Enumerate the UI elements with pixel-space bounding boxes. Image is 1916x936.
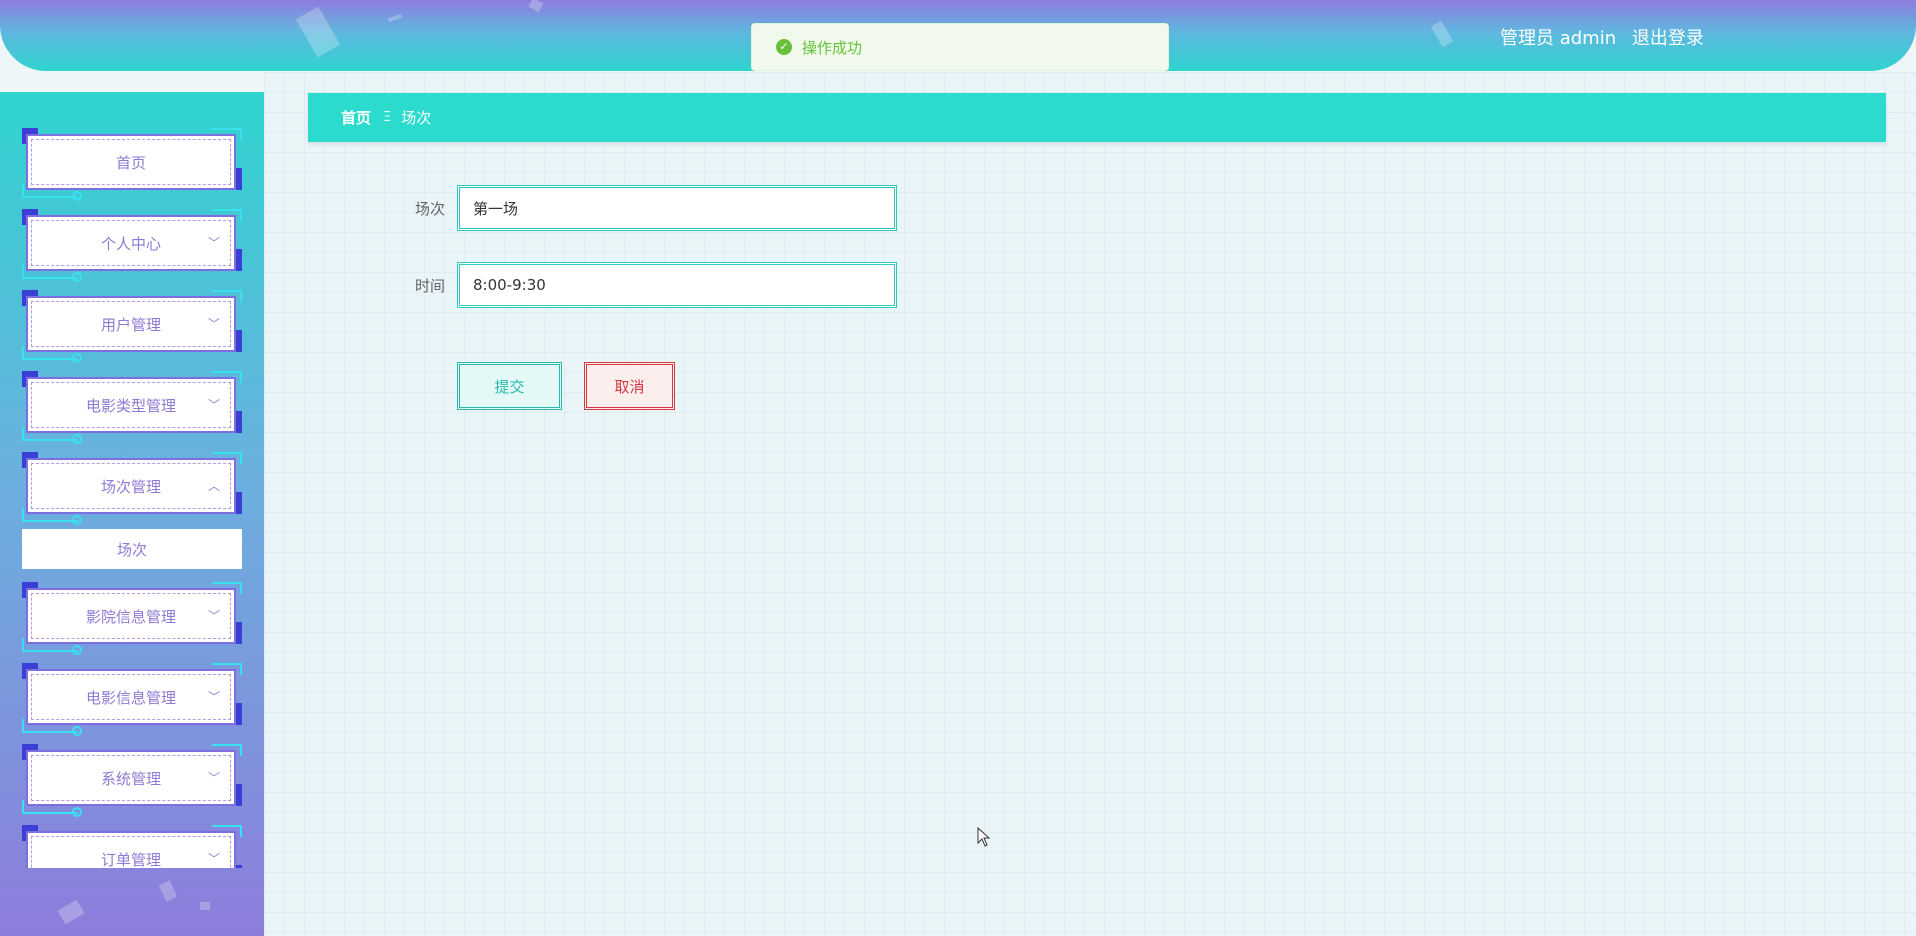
header-decoration [295,6,341,58]
sidebar-item-label: 订单管理 [31,836,231,868]
toast-message: 操作成功 [802,38,863,57]
success-toast: ✓ 操作成功 [751,23,1169,71]
sidebar-item-user-management[interactable]: 用户管理 ﹀ [22,290,242,363]
sidebar-menu: 首页 个人中心 ﹀ 用户管理 ﹀ 电影类型管理 ﹀ 场次管理 ︿ 场次 影院信息… [22,128,242,868]
chevron-down-icon: ﹀ [207,771,220,785]
menu-box: 系统管理 ﹀ [26,750,236,806]
sidebar: 首页 个人中心 ﹀ 用户管理 ﹀ 电影类型管理 ﹀ 场次管理 ︿ 场次 影院信息… [0,92,264,936]
chevron-down-icon: ﹀ [207,236,220,250]
sidebar-item-order-management[interactable]: 订单管理 ﹀ [22,825,242,868]
menu-box: 影院信息管理 ﹀ [26,588,236,644]
sidebar-decoration [158,880,178,902]
breadcrumb-current: 场次 [401,109,432,127]
form-row-session: 场次 第一场 [400,185,897,231]
menu-box: 场次管理 ︿ [26,458,236,514]
menu-box: 用户管理 ﹀ [26,296,236,352]
chevron-up-icon: ︿ [207,479,220,493]
sidebar-item-session-management[interactable]: 场次管理 ︿ [22,452,242,525]
sidebar-item-label: 用户管理 [31,301,231,347]
sidebar-item-movie-type-management[interactable]: 电影类型管理 ﹀ [22,371,242,444]
menu-box: 电影信息管理 ﹀ [26,669,236,725]
mouse-cursor-icon [977,827,991,847]
sidebar-decoration [200,902,210,910]
menu-box: 订单管理 ﹀ [26,831,236,868]
session-form: 场次 第一场 时间 8:00-9:30 [400,185,897,339]
header-decoration [528,0,544,13]
cancel-button[interactable]: 取消 [584,362,675,410]
time-input[interactable]: 8:00-9:30 [457,262,897,308]
chevron-down-icon: ﹀ [207,609,220,623]
sidebar-item-cinema-info-management[interactable]: 影院信息管理 ﹀ [22,582,242,655]
form-row-time: 时间 8:00-9:30 [400,262,897,308]
sidebar-item-label: 电影类型管理 [31,382,231,428]
form-buttons: 提交 取消 [457,362,675,410]
sidebar-item-label: 场次管理 [31,463,231,509]
sidebar-item-label: 系统管理 [31,755,231,801]
submit-button[interactable]: 提交 [457,362,562,410]
session-input[interactable]: 第一场 [457,185,897,231]
sidebar-item-label: 影院信息管理 [31,593,231,639]
sidebar-item-label: 个人中心 [31,220,231,266]
sidebar-subitem-session[interactable]: 场次 [22,529,242,569]
header-user-area: 管理员 admin 退出登录 [1500,24,1704,50]
menu-box: 首页 [26,134,236,190]
breadcrumb: 首页 Ξ 场次 [308,93,1886,142]
session-label: 场次 [414,199,445,218]
sidebar-item-personal-center[interactable]: 个人中心 ﹀ [22,209,242,282]
breadcrumb-separator-icon: Ξ [383,110,392,125]
menu-box: 个人中心 ﹀ [26,215,236,271]
chevron-down-icon: ﹀ [207,317,220,331]
header-decoration [1430,20,1454,48]
logout-link[interactable]: 退出登录 [1632,28,1704,49]
chevron-down-icon: ﹀ [207,690,220,704]
sidebar-item-label: 电影信息管理 [31,674,231,720]
admin-username: 管理员 admin [1500,28,1617,49]
breadcrumb-home[interactable]: 首页 [341,107,371,128]
sidebar-item-movie-info-management[interactable]: 电影信息管理 ﹀ [22,663,242,736]
header-decoration [387,13,403,23]
sidebar-item-label: 首页 [31,139,231,185]
sidebar-item-home[interactable]: 首页 [22,128,242,201]
time-label: 时间 [414,276,445,295]
menu-box: 电影类型管理 ﹀ [26,377,236,433]
chevron-down-icon: ﹀ [207,852,220,866]
sidebar-item-system-management[interactable]: 系统管理 ﹀ [22,744,242,817]
check-circle-icon: ✓ [776,39,792,55]
chevron-down-icon: ﹀ [207,398,220,412]
sidebar-decoration [57,899,85,925]
